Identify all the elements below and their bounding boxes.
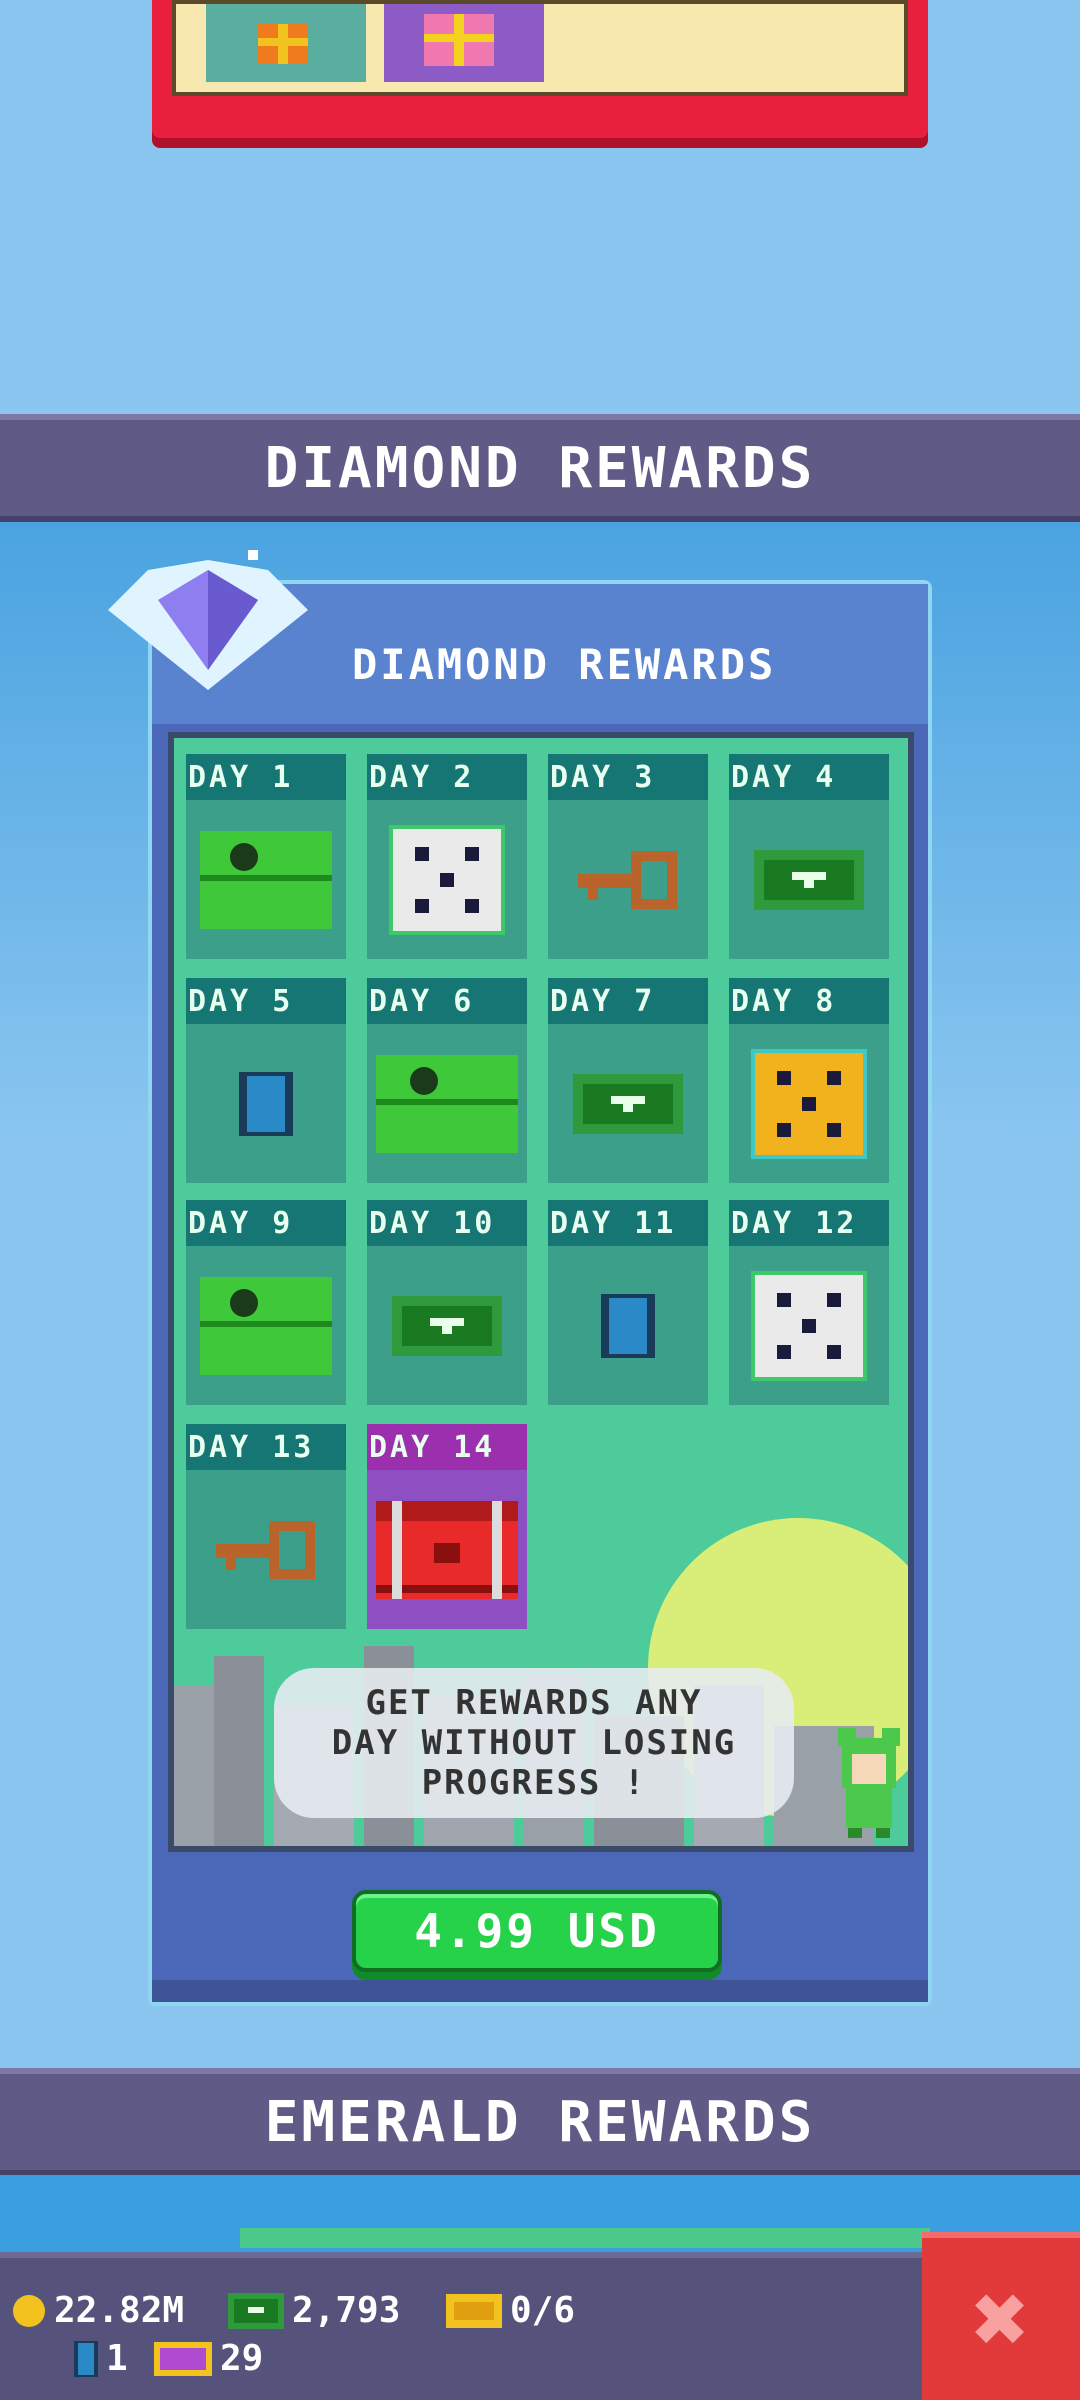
gift-slot [384, 4, 544, 82]
vip-stat: 29 [154, 2338, 263, 2379]
tickets-value: 0/6 [510, 2290, 576, 2331]
cash-icon [573, 1073, 683, 1134]
day-label: DAY 11 [548, 1200, 708, 1246]
day-tile-final[interactable]: DAY 14 [367, 1424, 527, 1629]
day-label: DAY 1 [186, 754, 346, 800]
ticket-icon [446, 2293, 502, 2328]
coins-stat: 22.82M [12, 2290, 184, 2331]
day-tile[interactable]: DAY 6 [367, 978, 527, 1183]
day-label: DAY 9 [186, 1200, 346, 1246]
card-title: DIAMOND REWARDS [352, 640, 777, 689]
green-chest-icon [200, 1276, 332, 1375]
currency-bar: 22.82M 2,793 0/6 1 29 [0, 2252, 1080, 2400]
info-speech-bubble: GET REWARDS ANY DAY WITHOUT LOSING PROGR… [274, 1668, 794, 1818]
day-tile[interactable]: DAY 5 [186, 978, 346, 1183]
day-label: DAY 12 [729, 1200, 889, 1246]
day-label: DAY 8 [729, 978, 889, 1024]
orange-gift-icon [258, 24, 308, 64]
tickets-stat: 0/6 [446, 2290, 575, 2331]
day-tile[interactable]: DAY 12 [729, 1200, 889, 1405]
cash-icon [754, 849, 864, 910]
cash-stat: 2,793 [228, 2290, 400, 2331]
coin-icon [13, 2294, 45, 2327]
day-label: DAY 7 [548, 978, 708, 1024]
white-dice-icon [751, 1270, 867, 1381]
key-icon [578, 850, 677, 909]
green-chest-icon [200, 830, 332, 929]
cash-icon [392, 1295, 502, 1356]
day-tile[interactable]: DAY 10 [367, 1200, 527, 1405]
blue-gem-icon [74, 2340, 98, 2377]
pink-gift-icon [424, 14, 494, 66]
day-tile[interactable]: DAY 1 [186, 754, 346, 959]
green-chest-icon [376, 1054, 518, 1153]
day-tile[interactable]: DAY 7 [548, 978, 708, 1183]
day-tile[interactable]: DAY 4 [729, 754, 889, 959]
blue-gem-icon [239, 1071, 293, 1136]
card-body: DIAMOND REWARDS DAY 1 DAY 2 DAY 3 DAY 4 … [152, 584, 928, 2002]
diamond-rewards-card: DIAMOND REWARDS DAY 1 DAY 2 DAY 3 DAY 4 … [108, 550, 932, 2006]
day-tile[interactable]: DAY 11 [548, 1200, 708, 1405]
day-label: DAY 2 [367, 754, 527, 800]
frog-character-icon [838, 1728, 900, 1838]
day-tile[interactable]: DAY 9 [186, 1200, 346, 1405]
rewards-grid: DAY 1 DAY 2 DAY 3 DAY 4 DAY 5 DAY 6 DAY … [168, 732, 914, 1852]
gold-dice-icon [751, 1048, 867, 1159]
cash-value: 2,793 [292, 2290, 401, 2331]
close-icon: ✖ [972, 2263, 1030, 2375]
cash-icon [228, 2292, 284, 2329]
emerald-section-header: EMERALD REWARDS [0, 2068, 1080, 2176]
emerald-card-edge [240, 2228, 930, 2248]
day-label: DAY 14 [367, 1424, 527, 1470]
gems-value: 1 [106, 2338, 128, 2379]
day-tile[interactable]: DAY 8 [729, 978, 889, 1183]
diamond-section-title: DIAMOND REWARDS [264, 435, 816, 501]
gift-slot [206, 4, 366, 82]
day-label: DAY 6 [367, 978, 527, 1024]
red-chest-icon [376, 1500, 518, 1599]
day-tile[interactable]: DAY 2 [367, 754, 527, 959]
diamond-section-header: DIAMOND REWARDS [0, 414, 1080, 522]
day-tile[interactable]: DAY 13 [186, 1424, 346, 1629]
day-tile[interactable]: DAY 3 [548, 754, 708, 959]
buy-button[interactable]: 4.99 USD [352, 1890, 722, 1972]
day-label: DAY 10 [367, 1200, 527, 1246]
key-icon [216, 1520, 315, 1579]
close-button[interactable]: ✖ [922, 2232, 1080, 2400]
blue-gem-icon [601, 1293, 655, 1358]
day-label: DAY 4 [729, 754, 889, 800]
previous-card-inner [172, 0, 908, 96]
previous-reward-card [152, 0, 928, 138]
gems-stat: 1 [74, 2338, 128, 2379]
diamond-icon [108, 550, 308, 690]
vip-value: 29 [220, 2338, 264, 2379]
day-label: DAY 5 [186, 978, 346, 1024]
coins-value: 22.82M [54, 2290, 185, 2331]
emerald-section-title: EMERALD REWARDS [264, 2089, 816, 2155]
vip-ticket-icon [154, 2341, 212, 2376]
day-label: DAY 13 [186, 1424, 346, 1470]
day-label: DAY 3 [548, 754, 708, 800]
white-dice-icon [389, 824, 505, 935]
